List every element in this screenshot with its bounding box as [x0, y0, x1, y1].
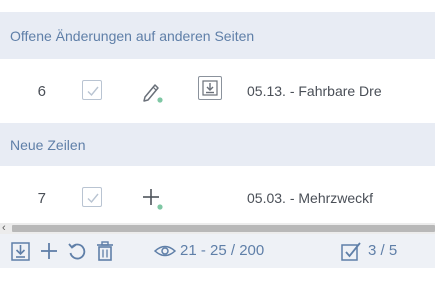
scroll-left-icon[interactable]: ‹	[2, 222, 6, 234]
table-row[interactable]: 6 05.13. - Fahrbare Dre	[0, 68, 435, 118]
undo-icon[interactable]	[66, 240, 88, 262]
row-number: 7	[37, 190, 46, 207]
row-checkbox[interactable]	[82, 187, 102, 207]
checked-box-icon[interactable]	[340, 240, 362, 262]
delete-icon[interactable]	[94, 240, 116, 262]
section-header-label: Offene Änderungen auf anderen Seiten	[10, 27, 255, 44]
table-row[interactable]: 7 05.03. - Mehrzweckf	[0, 175, 435, 225]
section-header-new-rows: Neue Zeilen	[0, 123, 435, 166]
row-description: 05.03. - Mehrzweckf	[247, 190, 374, 206]
import-box-icon[interactable]	[198, 76, 222, 100]
checkmark-icon	[87, 86, 99, 97]
row-number: 6	[37, 83, 46, 100]
bottom-toolbar: 21 - 25 / 200 3 / 5	[0, 234, 435, 268]
checkmark-icon	[87, 193, 99, 204]
scrollbar-thumb[interactable]	[12, 225, 435, 232]
import-icon[interactable]	[10, 240, 32, 262]
horizontal-scrollbar[interactable]: ‹	[0, 222, 435, 234]
row-checkbox[interactable]	[82, 80, 102, 100]
pencil-icon[interactable]	[140, 78, 166, 104]
pagination-range: 21 - 25 / 200	[180, 242, 265, 259]
section-header-pending-changes: Offene Änderungen auf anderen Seiten	[0, 12, 435, 59]
eye-icon	[153, 243, 177, 259]
add-icon[interactable]	[38, 240, 60, 262]
row-description: 05.13. - Fahrbare Dre	[247, 83, 382, 99]
section-header-label: Neue Zeilen	[10, 136, 86, 153]
checked-count: 3 / 5	[368, 242, 398, 259]
plus-icon[interactable]	[140, 185, 166, 211]
